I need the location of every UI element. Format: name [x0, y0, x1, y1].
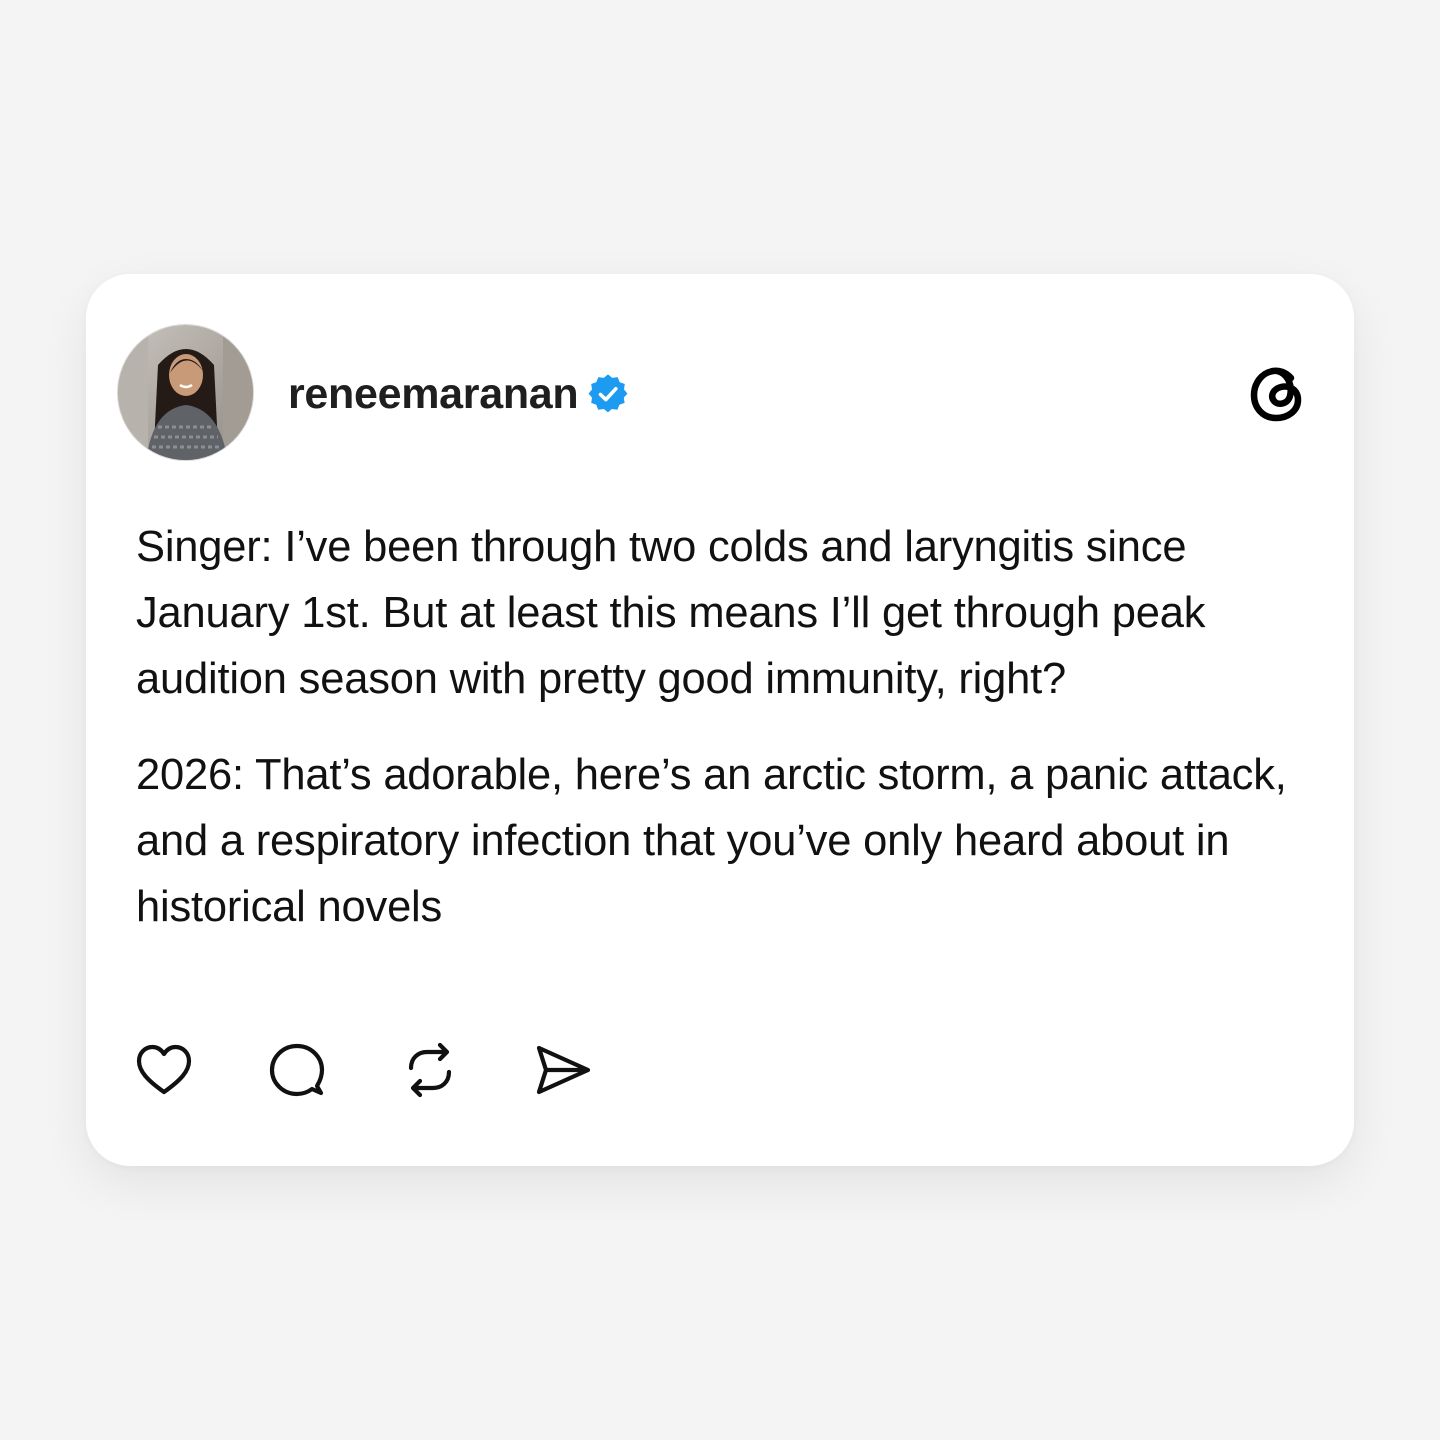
share-icon — [536, 1045, 591, 1095]
action-bar — [132, 1040, 595, 1100]
heart-icon — [136, 1044, 192, 1095]
username[interactable]: reneemaranan — [288, 370, 579, 419]
post-text: Singer: I’ve been through two colds and … — [136, 514, 1316, 940]
repost-icon — [408, 1042, 452, 1098]
comment-icon — [269, 1043, 325, 1097]
like-button[interactable] — [132, 1038, 196, 1102]
repost-button[interactable] — [398, 1038, 462, 1102]
avatar[interactable] — [117, 324, 254, 461]
threads-post-card: reneemaranan Singer: I’ve been through t… — [86, 274, 1354, 1166]
comment-button[interactable] — [265, 1038, 329, 1102]
author-header: reneemaranan — [288, 364, 628, 424]
post-paragraph-1: Singer: I’ve been through two colds and … — [136, 523, 1206, 703]
share-button[interactable] — [531, 1038, 595, 1102]
post-paragraph-2: 2026: That’s adorable, here’s an arctic … — [136, 751, 1287, 931]
verified-badge-icon — [588, 374, 628, 414]
threads-logo-icon[interactable] — [1246, 358, 1314, 430]
